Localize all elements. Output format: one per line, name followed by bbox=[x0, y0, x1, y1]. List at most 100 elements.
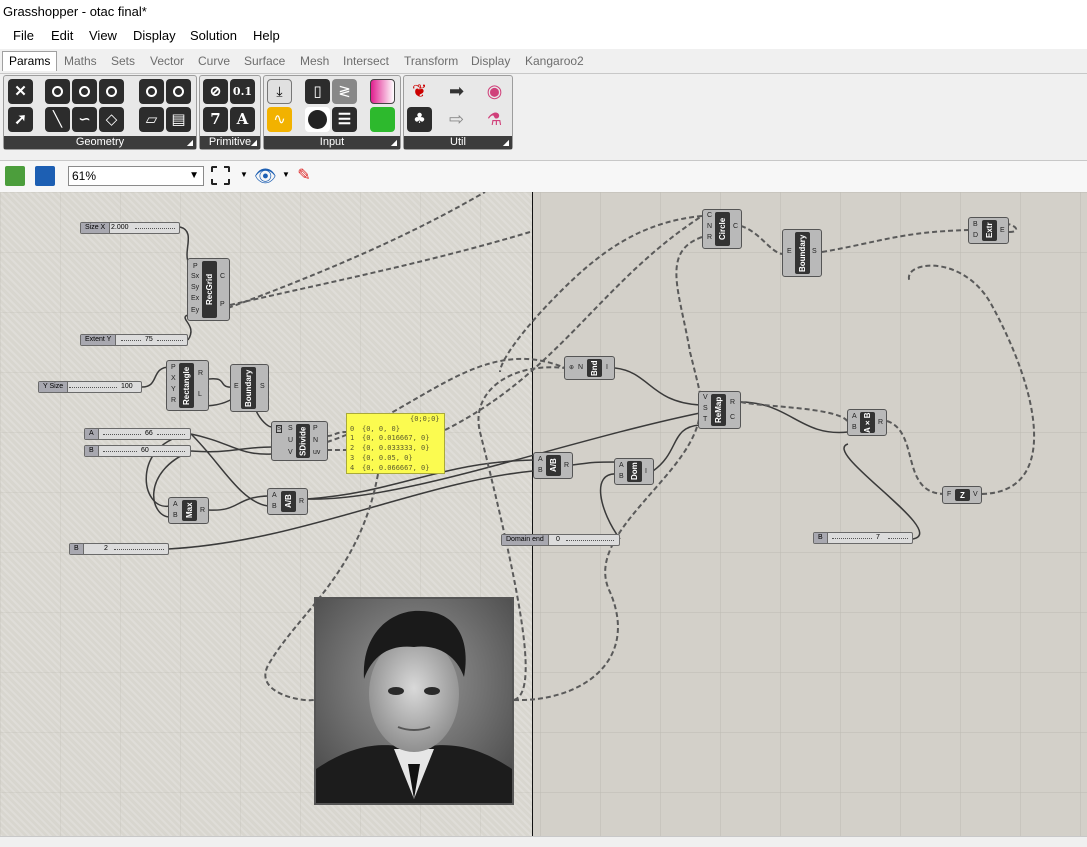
slider-input-icon[interactable]: ≷ bbox=[332, 79, 357, 104]
domain-end-slider[interactable]: Domain end 0 bbox=[501, 534, 620, 546]
menu-edit[interactable]: Edit bbox=[51, 28, 73, 43]
boolean-param-icon[interactable]: ⊘ bbox=[203, 79, 228, 104]
pink-spheres-icon[interactable]: ◉ bbox=[482, 79, 507, 104]
tab-kangaroo2[interactable]: Kangaroo2 bbox=[525, 54, 584, 68]
sdivide-component[interactable]: S S U V SDivide P N uv bbox=[271, 421, 328, 461]
tab-display[interactable]: Display bbox=[471, 54, 510, 68]
port-label: D bbox=[973, 232, 979, 239]
value-list-icon[interactable]: ☰ bbox=[332, 107, 357, 132]
save-file-icon[interactable] bbox=[35, 166, 55, 186]
menu-view[interactable]: View bbox=[89, 28, 117, 43]
brep-param-icon[interactable] bbox=[139, 79, 164, 104]
tab-surface[interactable]: Surface bbox=[244, 54, 285, 68]
extrude-component[interactable]: B D Extr E bbox=[968, 217, 1009, 244]
line-param-icon[interactable]: ╲ bbox=[45, 107, 70, 132]
mesh-param-icon[interactable] bbox=[166, 79, 191, 104]
component-name: ReMap bbox=[711, 394, 726, 426]
circle-component[interactable]: C N R Circle C bbox=[702, 209, 742, 249]
b-slider[interactable]: B 60 bbox=[84, 445, 191, 457]
component-name: Max bbox=[182, 500, 197, 521]
gradient-icon[interactable] bbox=[370, 79, 395, 104]
b2-slider[interactable]: B 2 bbox=[69, 543, 169, 555]
menu-display[interactable]: Display bbox=[133, 28, 176, 43]
y-size-slider[interactable]: Y Size 100 bbox=[38, 381, 142, 393]
colour-swatch-icon[interactable] bbox=[370, 107, 395, 132]
graph-mapper-icon[interactable]: ∿ bbox=[267, 107, 292, 132]
port-label: Sx bbox=[191, 273, 200, 280]
geometry-panel-label[interactable]: Geometry ◢ bbox=[4, 136, 196, 149]
tab-params[interactable]: Params bbox=[2, 51, 58, 71]
primitive-panel-label[interactable]: Primitive ◢ bbox=[200, 136, 260, 149]
surface-param-icon[interactable]: ▱ bbox=[139, 107, 164, 132]
max-component[interactable]: A B Max R bbox=[168, 497, 209, 524]
cherry-icon[interactable]: ❦ bbox=[407, 79, 432, 104]
zoom-extents-icon[interactable] bbox=[211, 166, 230, 185]
menu-solution[interactable]: Solution bbox=[190, 28, 237, 43]
toggle-icon[interactable]: ▯ bbox=[305, 79, 330, 104]
extent-y-slider[interactable]: Extent Y 75 bbox=[80, 334, 188, 346]
panel-component[interactable]: {0;0;0} 0 {0, 0, 0} 1 {0, 0.016667, 0} 2… bbox=[346, 413, 445, 474]
tab-sets[interactable]: Sets bbox=[111, 54, 135, 68]
graph-canvas[interactable]: Size X 2.000 Extent Y 75 Y Size 100 A 66… bbox=[0, 192, 1087, 836]
menu-file[interactable]: File bbox=[13, 28, 34, 43]
tree-icon[interactable]: ♣ bbox=[407, 107, 432, 132]
port-label: Y bbox=[171, 386, 176, 393]
button-icon[interactable] bbox=[305, 107, 330, 132]
division-component[interactable]: A B A/B R bbox=[267, 488, 308, 515]
port-label: Ex bbox=[191, 295, 200, 302]
box-param-icon[interactable] bbox=[99, 79, 124, 104]
bounds-component[interactable]: ⊕ N Bnd I bbox=[564, 356, 615, 380]
plane-param-icon[interactable]: ◇ bbox=[99, 107, 124, 132]
circle-param-icon[interactable] bbox=[45, 79, 70, 104]
port-label: P bbox=[171, 364, 176, 371]
size-x-slider[interactable]: Size X 2.000 bbox=[80, 222, 180, 234]
sketch-pen-icon[interactable]: ✎ bbox=[294, 166, 314, 186]
geometry-param-icon[interactable]: ✕ bbox=[8, 79, 33, 104]
preview-dropdown-icon[interactable]: ▼ bbox=[282, 170, 290, 179]
slider-value: 2 bbox=[104, 545, 108, 552]
boundary-surface-component[interactable]: E Boundary S bbox=[230, 364, 269, 412]
port-label: S bbox=[703, 405, 708, 412]
tab-mesh[interactable]: Mesh bbox=[300, 54, 329, 68]
geometry-panel: ✕ ➚ ╲ ∽ ◇ ▱ ▤ Geometry ◢ bbox=[3, 75, 197, 150]
tab-maths[interactable]: Maths bbox=[64, 54, 97, 68]
zoom-extents-dropdown-icon[interactable]: ▼ bbox=[240, 170, 248, 179]
rectangle-component[interactable]: P X Y R Rectangle R L bbox=[166, 360, 209, 411]
vector-param-icon[interactable]: ➚ bbox=[8, 107, 33, 132]
text-param-icon[interactable]: A bbox=[230, 107, 255, 132]
panel-row-index: 4 bbox=[350, 464, 355, 472]
a-slider[interactable]: A 66 bbox=[84, 428, 191, 440]
download-icon[interactable]: ⤓ bbox=[267, 79, 292, 104]
slider-rail bbox=[566, 540, 614, 541]
open-file-icon[interactable] bbox=[5, 166, 25, 186]
remap-component[interactable]: V S T ReMap R C bbox=[698, 391, 741, 429]
circular-arc-param-icon[interactable] bbox=[72, 79, 97, 104]
tab-intersect[interactable]: Intersect bbox=[343, 54, 389, 68]
arrow-right-icon[interactable]: ➡ bbox=[444, 79, 469, 104]
multiplication-component[interactable]: A B A×B R bbox=[847, 409, 887, 436]
tab-curve[interactable]: Curve bbox=[198, 54, 230, 68]
port-label: X bbox=[171, 375, 176, 382]
geometry-cache-icon[interactable]: ▤ bbox=[166, 107, 191, 132]
tab-vector[interactable]: Vector bbox=[150, 54, 184, 68]
boundary-surface-component-2[interactable]: E Boundary S bbox=[782, 229, 822, 277]
panel-row-index: 1 bbox=[350, 434, 355, 442]
recgrid-component[interactable]: P Sx Sy Ex Ey RecGrid C P bbox=[187, 258, 230, 321]
unit-z-component[interactable]: F Z V bbox=[942, 486, 982, 504]
zoom-select[interactable]: 61% ▼ bbox=[68, 166, 204, 186]
construct-domain-component[interactable]: A B Dom I bbox=[614, 458, 654, 485]
division-component-2[interactable]: A B A/B R bbox=[533, 452, 573, 479]
image-sampler-component[interactable] bbox=[314, 597, 514, 805]
flask-icon[interactable]: ⚗ bbox=[482, 107, 507, 132]
integer-param-icon[interactable]: 7 bbox=[203, 107, 228, 132]
arrow-outline-icon[interactable]: ⇨ bbox=[444, 107, 469, 132]
b3-slider[interactable]: B 7 bbox=[813, 532, 913, 544]
preview-eye-icon[interactable]: 👁 bbox=[254, 166, 277, 186]
slider-rail bbox=[832, 538, 872, 539]
util-panel-label[interactable]: Util ◢ bbox=[404, 136, 512, 149]
input-panel-label[interactable]: Input ◢ bbox=[264, 136, 400, 149]
curve-param-icon[interactable]: ∽ bbox=[72, 107, 97, 132]
tab-transform[interactable]: Transform bbox=[404, 54, 458, 68]
number-param-icon[interactable]: 0.1 bbox=[230, 79, 255, 104]
menu-help[interactable]: Help bbox=[253, 28, 280, 43]
